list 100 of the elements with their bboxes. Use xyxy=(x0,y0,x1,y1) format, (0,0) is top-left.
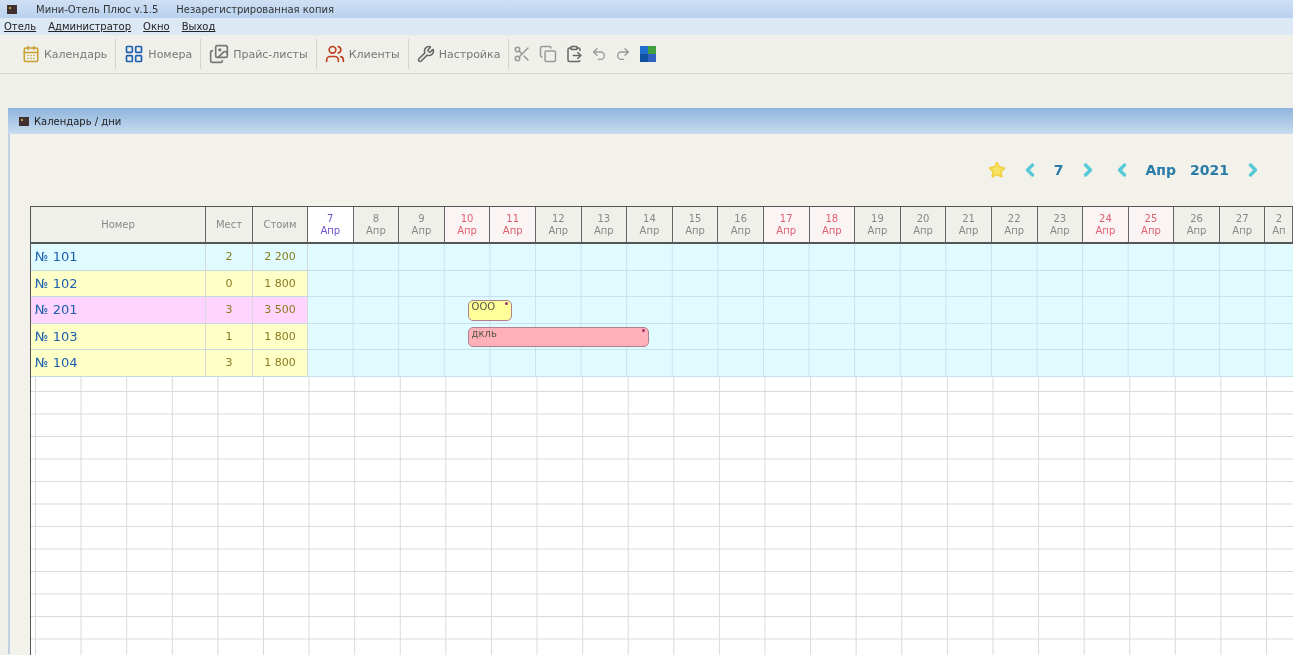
beds-cell: 2 xyxy=(206,244,253,271)
room-name[interactable]: № 102 xyxy=(31,270,206,297)
month-label: Апр xyxy=(730,224,751,237)
day-number: 11 xyxy=(506,212,520,225)
day-number: 20 xyxy=(916,212,930,225)
day-number: 17 xyxy=(779,212,793,225)
booking-bar[interactable]: ООО xyxy=(467,300,513,321)
day-number: 2 xyxy=(1275,212,1283,225)
price-cell: 1 800 xyxy=(253,350,308,377)
pictures-icon xyxy=(209,44,230,64)
month-label: Апр xyxy=(594,224,614,237)
day-number: 8 xyxy=(372,212,380,225)
year-number: 2021 xyxy=(1190,162,1229,178)
calendar-row-area[interactable]: дкль xyxy=(308,323,1293,350)
day-number: 18 xyxy=(825,212,839,225)
menu-item[interactable]: Отель xyxy=(4,21,37,32)
beds-cell: 0 xyxy=(206,270,253,297)
copy-icon xyxy=(539,45,558,63)
menu-item[interactable]: Выход xyxy=(181,21,216,32)
column-header: Стоим xyxy=(253,207,308,244)
day-number: 13 xyxy=(597,212,611,225)
calendar-row-area[interactable] xyxy=(308,244,1293,271)
month-label: Апр xyxy=(1232,224,1253,237)
squares-icon xyxy=(639,45,658,63)
month-label: Апр xyxy=(1095,224,1116,237)
month-label: Апр xyxy=(366,224,386,237)
column-header: Мест xyxy=(206,207,253,244)
price-cell: 3 500 xyxy=(253,297,308,324)
room-name[interactable]: № 101 xyxy=(31,244,206,271)
day-number: 27 xyxy=(1235,212,1249,225)
toolbar-button[interactable]: Номера xyxy=(116,39,202,69)
toolbar-button[interactable]: Настройка xyxy=(408,39,510,69)
month-label: Апр xyxy=(457,224,477,237)
month-label: Апр xyxy=(1049,224,1070,237)
day-number: 25 xyxy=(1144,212,1158,225)
day-number: 10 xyxy=(460,212,474,225)
calendar-row-area[interactable]: ООО xyxy=(308,297,1293,324)
day-number: 26 xyxy=(1190,212,1203,225)
users-icon xyxy=(324,44,345,64)
menu-item[interactable]: Администратор xyxy=(48,21,132,32)
menu-item[interactable]: Окно xyxy=(143,21,170,32)
undo-icon xyxy=(591,46,608,62)
month-label: Апр xyxy=(821,224,842,237)
marker-dot xyxy=(505,302,509,305)
day-number: 12 xyxy=(551,212,565,225)
month-label: Апр xyxy=(867,224,888,237)
day-number: 15 xyxy=(688,212,702,225)
grid-icon xyxy=(124,44,145,64)
day-number: 24 xyxy=(1099,212,1112,225)
calendar-row-area[interactable] xyxy=(308,270,1293,297)
day-number: 7 xyxy=(327,212,334,225)
month-label: Апр xyxy=(1004,224,1025,237)
toolbar-button[interactable]: Клиенты xyxy=(316,39,409,69)
month-label: Ап xyxy=(1272,224,1286,237)
day-number: 14 xyxy=(643,212,656,225)
marker-dot xyxy=(642,328,645,332)
day-number: 7 xyxy=(1053,162,1064,178)
paste-icon xyxy=(565,45,584,63)
beds-cell: 3 xyxy=(206,350,253,377)
month-label: Апр xyxy=(320,224,341,237)
month-label: Апр xyxy=(1141,224,1161,237)
redo-icon xyxy=(615,46,632,62)
room-name[interactable]: № 201 xyxy=(31,297,206,324)
wrench-icon xyxy=(416,45,435,63)
app-icon xyxy=(6,3,18,15)
beds-cell: 3 xyxy=(206,297,253,324)
month-name: Апр xyxy=(1145,162,1177,178)
day-number: 9 xyxy=(418,212,425,225)
month-label: Апр xyxy=(548,224,569,237)
app-icon xyxy=(18,115,30,127)
month-label: Апр xyxy=(1186,224,1207,237)
month-label: Апр xyxy=(776,224,797,237)
toolbar-button[interactable]: Прайс-листы xyxy=(201,39,317,69)
month-label: Апр xyxy=(913,224,933,237)
panel-title: Календарь / дни xyxy=(34,115,122,127)
calendar-icon xyxy=(22,45,40,63)
room-name[interactable]: № 103 xyxy=(31,323,206,350)
column-header: Номер xyxy=(31,207,206,244)
month-label: Апр xyxy=(502,224,523,237)
day-number: 23 xyxy=(1053,212,1067,225)
month-label: Апр xyxy=(639,224,660,237)
price-cell: 1 800 xyxy=(253,270,308,297)
price-cell: 1 800 xyxy=(253,323,308,350)
month-label: Апр xyxy=(685,224,705,237)
booking-bar[interactable]: дкль xyxy=(467,326,649,347)
price-cell: 2 200 xyxy=(253,244,308,271)
month-label: Апр xyxy=(958,224,979,237)
day-number: 16 xyxy=(734,212,747,225)
day-number: 19 xyxy=(871,212,884,225)
toolbar-button[interactable]: Календарь xyxy=(14,39,117,69)
cut-icon xyxy=(513,45,532,63)
star-icon[interactable] xyxy=(987,161,1006,179)
room-name[interactable]: № 104 xyxy=(31,350,206,377)
day-number: 22 xyxy=(1007,212,1021,225)
month-label: Апр xyxy=(411,224,432,237)
day-number: 21 xyxy=(962,212,975,225)
calendar-row-area[interactable] xyxy=(308,350,1293,377)
window-title: Мини-Отель Плюс v.1.5 xyxy=(36,3,159,15)
window-subtitle: Незарегистрированная копия xyxy=(176,3,334,15)
beds-cell: 1 xyxy=(206,323,253,350)
